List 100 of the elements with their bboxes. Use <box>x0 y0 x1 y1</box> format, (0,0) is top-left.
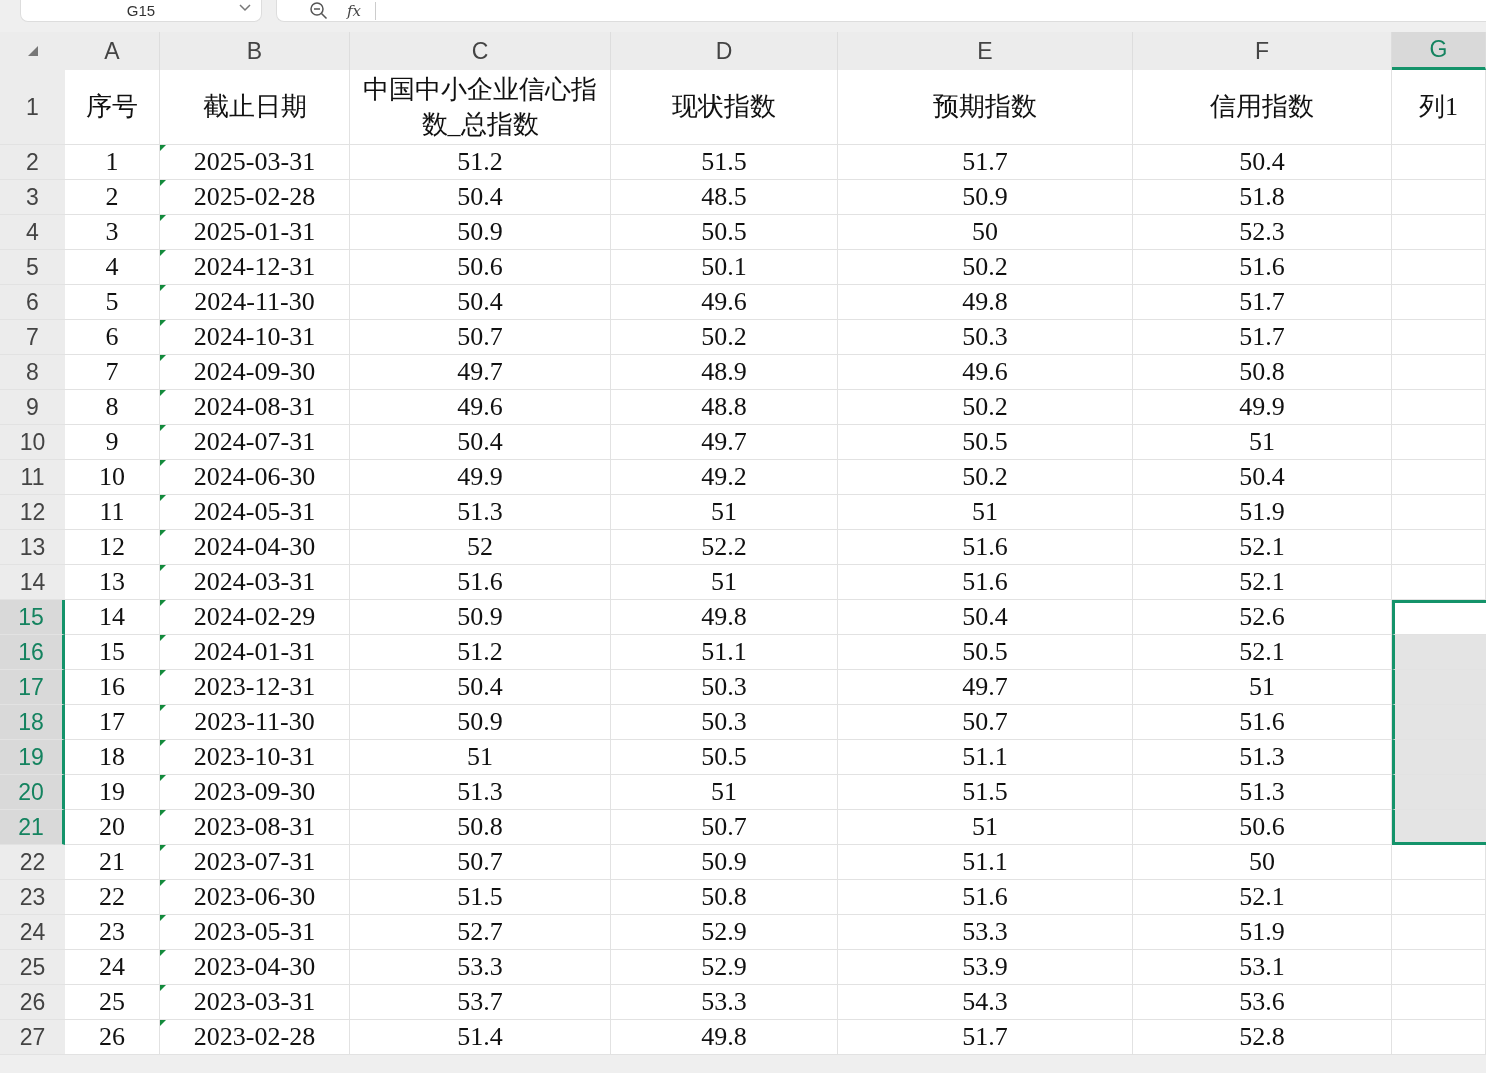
table-cell: 2023-10-31 <box>160 740 350 775</box>
table-cell: 50.5 <box>838 635 1133 670</box>
table-cell: 51.9 <box>1133 495 1392 530</box>
table-cell: 51.3 <box>1133 740 1392 775</box>
table-cell: 52.1 <box>1133 565 1392 600</box>
table-cell: 51.7 <box>838 1020 1133 1055</box>
table-cell: 51.1 <box>838 845 1133 880</box>
function-label[interactable]: fx <box>347 1 376 20</box>
table-cell: 51 <box>611 495 838 530</box>
table-cell: 2023-04-30 <box>160 950 350 985</box>
table-cell: 53.6 <box>1133 985 1392 1020</box>
table-cell: 54.3 <box>838 985 1133 1020</box>
table-cell: 14 <box>65 600 160 635</box>
table-cell: 15 <box>65 635 160 670</box>
header-cell: 信用指数 <box>1133 70 1392 145</box>
table-cell: 2025-02-28 <box>160 180 350 215</box>
table-cell: 51.3 <box>1133 775 1392 810</box>
table-cell: 51.6 <box>838 880 1133 915</box>
table-cell: 50.8 <box>611 880 838 915</box>
table-cell: 51.7 <box>1133 320 1392 355</box>
table-cell: 53.1 <box>1133 950 1392 985</box>
table-cell: 1 <box>65 145 160 180</box>
table-cell: 2023-06-30 <box>160 880 350 915</box>
table-cell: 51 <box>1133 425 1392 460</box>
table-cell: 50.7 <box>611 810 838 845</box>
table-cell: 50.5 <box>611 740 838 775</box>
table-cell: 2023-11-30 <box>160 705 350 740</box>
formula-bar[interactable]: fx <box>276 0 1486 22</box>
table-cell: 2023-09-30 <box>160 775 350 810</box>
table-cell: 21 <box>65 845 160 880</box>
table-cell: 2024-09-30 <box>160 355 350 390</box>
table-cell: 50.3 <box>611 705 838 740</box>
table-cell: 51.2 <box>350 145 611 180</box>
table-cell: 2023-12-31 <box>160 670 350 705</box>
table-cell: 50.9 <box>611 845 838 880</box>
header-cell: 序号 <box>65 70 160 145</box>
table-cell: 2025-03-31 <box>160 145 350 180</box>
active-cell[interactable] <box>1392 600 1486 635</box>
table-cell: 53.7 <box>350 985 611 1020</box>
table-cell: 7 <box>65 355 160 390</box>
table-cell: 50.9 <box>350 705 611 740</box>
selected-cell[interactable] <box>1392 810 1486 845</box>
table-cell: 50.4 <box>350 180 611 215</box>
table-cell: 2023-08-31 <box>160 810 350 845</box>
table-cell: 53.3 <box>350 950 611 985</box>
header-cell: 截止日期 <box>160 70 350 145</box>
table-cell: 51.6 <box>1133 705 1392 740</box>
table-cell: 2024-06-30 <box>160 460 350 495</box>
table-cell: 50.7 <box>350 845 611 880</box>
table-cell: 50.5 <box>838 425 1133 460</box>
table-cell: 2024-11-30 <box>160 285 350 320</box>
table-cell: 51.2 <box>350 635 611 670</box>
table-cell: 48.5 <box>611 180 838 215</box>
table-cell: 50.4 <box>1133 145 1392 180</box>
table-cell: 51 <box>350 740 611 775</box>
name-box[interactable]: G15 <box>20 0 262 22</box>
table-cell: 17 <box>65 705 160 740</box>
table-cell: 50.2 <box>838 390 1133 425</box>
table-cell: 13 <box>65 565 160 600</box>
table-cell: 50.4 <box>350 425 611 460</box>
table-cell: 51.9 <box>1133 915 1392 950</box>
table-cell: 50.6 <box>1133 810 1392 845</box>
magnifier-icon[interactable] <box>309 1 329 20</box>
table-cell: 51.3 <box>350 775 611 810</box>
table-cell: 3 <box>65 215 160 250</box>
table-cell: 2 <box>65 180 160 215</box>
table-cell: 50.8 <box>1133 355 1392 390</box>
table-cell: 51.5 <box>838 775 1133 810</box>
table-cell: 52.1 <box>1133 530 1392 565</box>
table-cell: 2023-02-28 <box>160 1020 350 1055</box>
table-cell: 18 <box>65 740 160 775</box>
table-cell: 51.5 <box>350 880 611 915</box>
table-cell: 6 <box>65 320 160 355</box>
table-cell: 12 <box>65 530 160 565</box>
chevron-down-icon[interactable] <box>239 4 251 12</box>
table-cell: 26 <box>65 1020 160 1055</box>
table-cell: 49.6 <box>611 285 838 320</box>
table-cell: 51 <box>838 810 1133 845</box>
table-cell: 51.1 <box>838 740 1133 775</box>
table-cell: 2024-05-31 <box>160 495 350 530</box>
table-cell: 52.3 <box>1133 215 1392 250</box>
table-cell: 50.4 <box>838 600 1133 635</box>
table-cell: 49.2 <box>611 460 838 495</box>
table-cell: 50.4 <box>350 285 611 320</box>
table-cell: 2024-07-31 <box>160 425 350 460</box>
table-cell: 50 <box>838 215 1133 250</box>
table-cell: 52.1 <box>1133 880 1392 915</box>
table-cell: 51 <box>611 775 838 810</box>
table-cell: 49.9 <box>1133 390 1392 425</box>
table-cell: 52.9 <box>611 915 838 950</box>
table-cell: 50.4 <box>1133 460 1392 495</box>
select-all-icon[interactable] <box>27 46 38 56</box>
table-cell: 20 <box>65 810 160 845</box>
table-cell: 52.8 <box>1133 1020 1392 1055</box>
table-cell: 51.4 <box>350 1020 611 1055</box>
table-cell: 50.2 <box>611 320 838 355</box>
table-cell: 2023-07-31 <box>160 845 350 880</box>
table-cell: 4 <box>65 250 160 285</box>
table-cell: 50.4 <box>350 670 611 705</box>
table-cell: 2024-08-31 <box>160 390 350 425</box>
